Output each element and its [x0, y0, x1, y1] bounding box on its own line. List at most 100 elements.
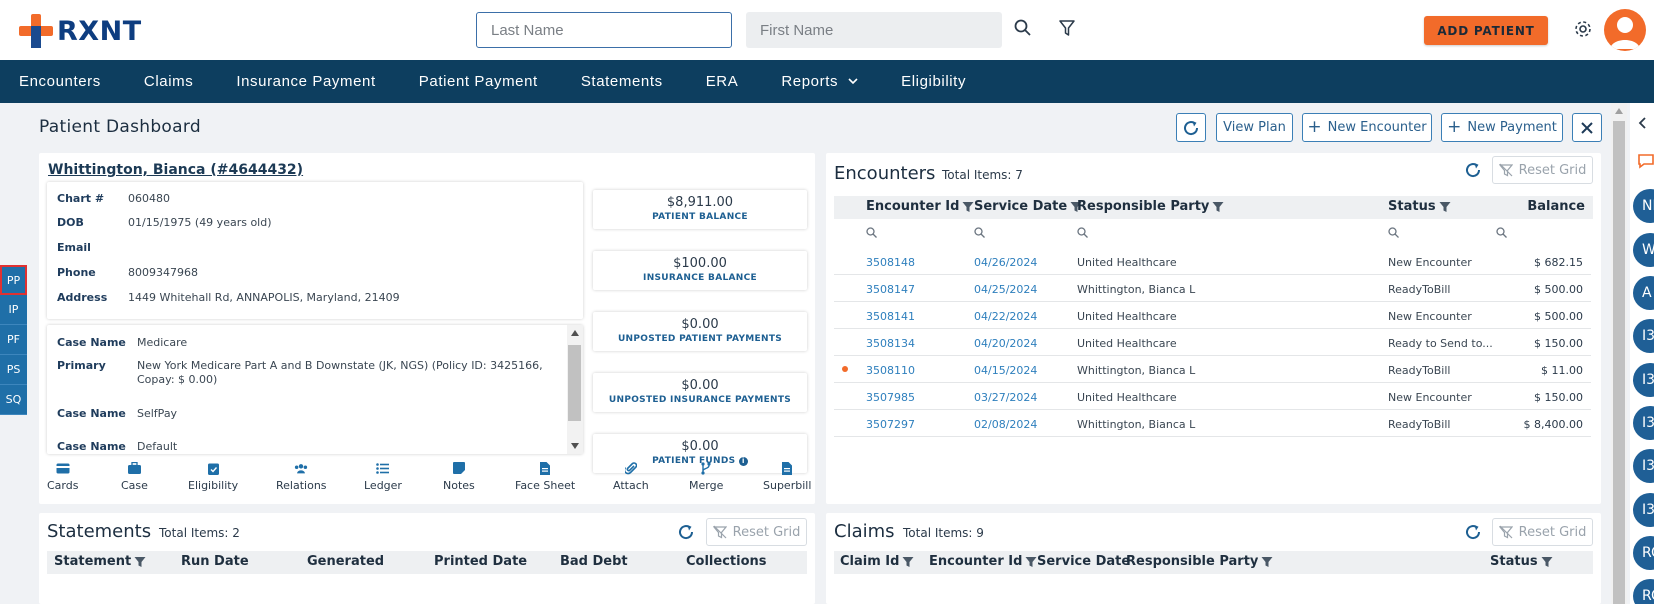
col-claim-status[interactable]: Status: [1490, 554, 1553, 569]
col-claim-service-date[interactable]: Service Date: [1037, 554, 1130, 569]
nav-eligibility[interactable]: Eligibility: [901, 73, 966, 90]
rail-item[interactable]: NI: [1633, 189, 1654, 223]
nav-reports[interactable]: Reports: [781, 73, 858, 90]
col-claim-encounter-id[interactable]: Encounter Id: [929, 554, 1037, 569]
chat-icon[interactable]: [1638, 153, 1654, 169]
encounter-id-link[interactable]: 3507985: [866, 391, 915, 404]
table-row[interactable]: 3508147 04/25/2024 Whittington, Bianca L…: [834, 275, 1591, 302]
new-encounter-button[interactable]: + New Encounter: [1302, 113, 1432, 142]
service-date-link[interactable]: 04/20/2024: [974, 337, 1037, 350]
gear-icon[interactable]: [1572, 18, 1594, 40]
last-name-input[interactable]: [476, 12, 732, 48]
page-scroll-thumb[interactable]: [1613, 121, 1625, 604]
nav-patient-payment[interactable]: Patient Payment: [419, 73, 538, 90]
col-statement[interactable]: Statement: [54, 554, 146, 569]
left-tab-pf[interactable]: PF: [0, 325, 27, 355]
case-list[interactable]: Case Name Medicare Primary New York Medica…: [47, 325, 583, 454]
tool-relations[interactable]: Relations: [276, 461, 327, 492]
encounter-id-link[interactable]: 3507297: [866, 418, 915, 431]
case-scrollbar[interactable]: [567, 325, 583, 454]
add-patient-button[interactable]: ADD PATIENT: [1424, 16, 1548, 45]
page-scrollbar[interactable]: [1611, 103, 1627, 604]
encounter-id-link[interactable]: 3508148: [866, 256, 915, 269]
nav-insurance-payment[interactable]: Insurance Payment: [236, 73, 375, 90]
user-avatar[interactable]: [1604, 9, 1646, 51]
nav-statements[interactable]: Statements: [581, 73, 663, 90]
rail-item[interactable]: RC: [1633, 579, 1654, 604]
first-name-input[interactable]: [746, 12, 1002, 48]
col-run-date[interactable]: Run Date: [181, 554, 249, 569]
rail-item[interactable]: W: [1633, 233, 1654, 267]
filter-icon[interactable]: [1057, 18, 1077, 38]
scroll-up-icon[interactable]: [571, 330, 579, 336]
left-tab-sq[interactable]: SQ: [0, 385, 27, 415]
chevron-left-icon[interactable]: [1638, 117, 1646, 129]
service-date-link[interactable]: 02/08/2024: [974, 418, 1037, 431]
scroll-down-icon[interactable]: [571, 443, 579, 449]
table-row[interactable]: 3507985 03/27/2024 United Healthcare New…: [834, 383, 1591, 410]
col-claim-responsible-party[interactable]: Responsible Party: [1126, 554, 1273, 569]
nav-era[interactable]: ERA: [706, 73, 739, 90]
rail-item[interactable]: RC: [1633, 536, 1654, 570]
tool-notes[interactable]: Notes: [443, 461, 475, 492]
column-filter-icon[interactable]: [1439, 201, 1451, 213]
service-date-link[interactable]: 04/15/2024: [974, 364, 1037, 377]
column-filter-icon[interactable]: [1541, 556, 1553, 568]
column-filter-icon[interactable]: [1025, 556, 1037, 568]
service-date-link[interactable]: 04/22/2024: [974, 310, 1037, 323]
search-icon[interactable]: [1496, 227, 1507, 238]
rail-item[interactable]: A: [1633, 276, 1654, 310]
tool-eligibility[interactable]: Eligibility: [188, 461, 238, 492]
left-tab-pp[interactable]: PP: [0, 265, 27, 295]
col-encounter-id[interactable]: Encounter Id: [866, 199, 974, 214]
claims-reset-grid-button[interactable]: Reset Grid: [1492, 518, 1593, 546]
table-row[interactable]: 3508141 04/22/2024 United Healthcare New…: [834, 302, 1591, 329]
nav-encounters[interactable]: Encounters: [19, 73, 101, 90]
table-row[interactable]: 3507297 02/08/2024 Whittington, Bianca L…: [834, 410, 1591, 437]
left-tab-ps[interactable]: PS: [0, 355, 27, 385]
search-icon[interactable]: [974, 227, 985, 238]
search-icon[interactable]: [1388, 227, 1399, 238]
table-row[interactable]: 3508134 04/20/2024 United Healthcare Rea…: [834, 329, 1591, 356]
info-icon[interactable]: i: [738, 457, 748, 466]
column-filter-icon[interactable]: [1261, 556, 1273, 568]
search-icon[interactable]: [1077, 227, 1088, 238]
table-row[interactable]: 3508148 04/26/2024 United Healthcare New…: [834, 248, 1591, 275]
rail-item[interactable]: I3: [1633, 493, 1654, 527]
rail-item[interactable]: I3: [1633, 406, 1654, 440]
encounter-id-link[interactable]: 3508110: [866, 364, 915, 377]
col-service-date[interactable]: Service Date: [974, 199, 1082, 214]
rail-item[interactable]: I3: [1633, 449, 1654, 483]
column-filter-icon[interactable]: [134, 556, 146, 568]
tool-face-sheet[interactable]: Face Sheet: [515, 461, 575, 492]
nav-claims[interactable]: Claims: [144, 73, 193, 90]
tool-merge[interactable]: Merge: [689, 461, 723, 492]
search-icon[interactable]: [1013, 18, 1033, 38]
col-printed-date[interactable]: Printed Date: [434, 554, 527, 569]
tool-case[interactable]: Case: [121, 461, 148, 492]
claims-refresh-icon[interactable]: [1462, 521, 1484, 543]
col-balance[interactable]: Balance: [1527, 199, 1585, 214]
rail-item[interactable]: I3: [1633, 319, 1654, 353]
patient-name-link[interactable]: Whittington, Bianca (#4644432): [48, 162, 303, 178]
col-generated[interactable]: Generated: [307, 554, 384, 569]
col-bad-debt[interactable]: Bad Debt: [560, 554, 628, 569]
table-row[interactable]: 3508110 04/15/2024 Whittington, Bianca L…: [834, 356, 1591, 383]
encounter-id-link[interactable]: 3508141: [866, 310, 915, 323]
new-payment-button[interactable]: + New Payment: [1441, 113, 1563, 142]
left-tab-ip[interactable]: IP: [0, 295, 27, 325]
rail-item[interactable]: I3: [1633, 363, 1654, 397]
encounter-id-link[interactable]: 3508134: [866, 337, 915, 350]
tool-cards[interactable]: Cards: [47, 461, 78, 492]
statements-reset-grid-button[interactable]: Reset Grid: [706, 518, 807, 546]
column-filter-icon[interactable]: [902, 556, 914, 568]
search-icon[interactable]: [866, 227, 877, 238]
close-button[interactable]: [1572, 113, 1602, 142]
tool-ledger[interactable]: Ledger: [364, 461, 402, 492]
scroll-up-icon[interactable]: [1615, 108, 1623, 114]
encounter-id-link[interactable]: 3508147: [866, 283, 915, 296]
service-date-link[interactable]: 03/27/2024: [974, 391, 1037, 404]
refresh-button[interactable]: [1176, 113, 1206, 142]
column-filter-icon[interactable]: [1212, 201, 1224, 213]
col-collections[interactable]: Collections: [686, 554, 767, 569]
